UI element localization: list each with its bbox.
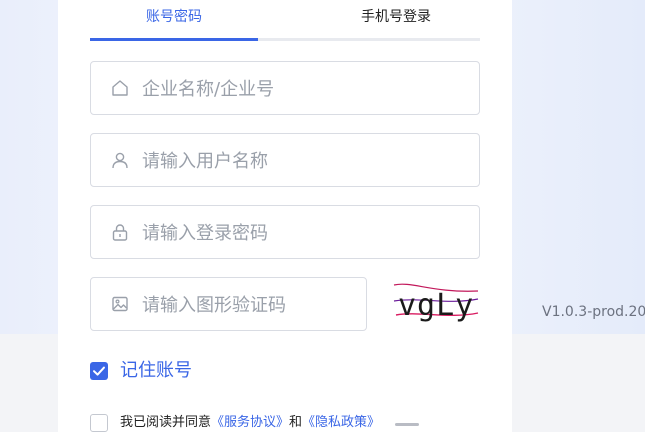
agreement-checkbox[interactable] — [90, 414, 108, 432]
username-input[interactable] — [140, 134, 464, 188]
agreement-and: 和 — [289, 415, 303, 430]
company-input[interactable] — [140, 62, 464, 116]
user-icon — [112, 152, 128, 169]
tab-account-password[interactable]: 账号密码 — [90, 6, 258, 28]
agreement-prefix: 我已阅读并同意 — [120, 415, 212, 430]
checkbox-checked-icon — [93, 366, 105, 376]
tab-phone-login[interactable]: 手机号登录 — [312, 6, 480, 28]
captcha-input[interactable] — [140, 278, 344, 332]
captcha-field — [90, 277, 367, 332]
privacy-policy-link[interactable]: 《隐私政策》 — [302, 415, 380, 430]
remember-label[interactable]: 记住账号 — [120, 359, 192, 383]
password-field — [90, 205, 480, 260]
tab-active-indicator — [90, 38, 258, 41]
captcha-text: vgLy — [398, 288, 474, 323]
service-agreement-link[interactable]: 《服务协议》 — [211, 415, 289, 430]
image-icon — [112, 296, 128, 312]
company-field — [90, 61, 480, 116]
home-icon — [112, 80, 128, 96]
horizontal-scrollbar[interactable] — [395, 423, 419, 426]
remember-checkbox[interactable] — [90, 362, 108, 380]
captcha-image[interactable]: vgLy — [392, 279, 480, 331]
agreement-text: 我已阅读并同意《服务协议》和《隐私政策》 — [120, 414, 380, 432]
version-label: V1.0.3-prod.20 — [542, 304, 645, 320]
username-field — [90, 133, 480, 188]
lock-icon — [112, 224, 128, 241]
password-input[interactable] — [140, 206, 464, 260]
